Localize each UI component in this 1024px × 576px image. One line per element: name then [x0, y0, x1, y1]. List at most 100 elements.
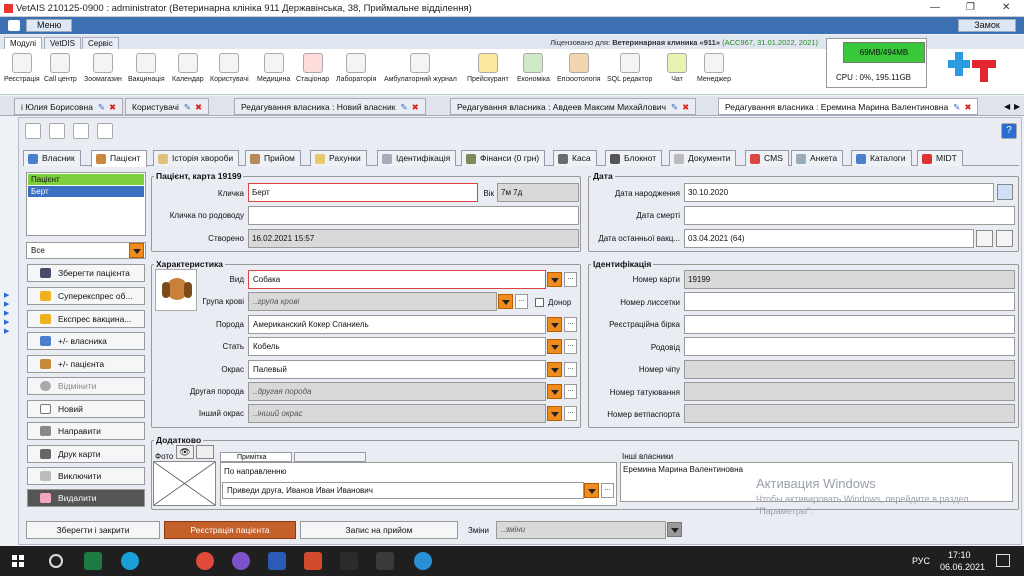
ribbon-button-journal[interactable]: Амбулаторний журнал [384, 53, 457, 83]
list-item[interactable]: Берт [28, 186, 144, 197]
close-window-icon[interactable]: ✕ [1002, 2, 1010, 13]
vetais-active-icon[interactable] [376, 552, 394, 570]
tab-history[interactable]: Історія хвороби [153, 150, 240, 166]
minimize-icon[interactable]: — [930, 2, 940, 13]
tab-invoices[interactable]: Рахунки [310, 150, 367, 166]
sex-select[interactable]: Кобель [248, 337, 546, 356]
edit-icon[interactable] [976, 230, 993, 247]
other-breed-more-button[interactable]: ... [564, 384, 577, 399]
nickname-field[interactable]: Берт [248, 183, 478, 202]
ribbon-button-manager[interactable]: Менеджер [697, 53, 731, 83]
other-breed-dropdown-icon[interactable] [547, 384, 562, 399]
close-icon[interactable]: ✖ [682, 102, 689, 112]
ribbon-button-calendar[interactable]: Календар [172, 53, 204, 83]
pin-icon[interactable]: ✎ [671, 102, 678, 112]
appointment-button[interactable]: Запис на прийом [300, 521, 458, 539]
ribbon-tab-service[interactable]: Сервіс [82, 37, 119, 49]
delete-button[interactable]: Видалити [27, 489, 145, 507]
superexpress-button[interactable]: Суперекспрес об... [27, 287, 145, 305]
ribbon-button-pricelist[interactable]: Прейскурант [467, 53, 509, 83]
ribbon-button-callcenter[interactable]: Call центр [44, 53, 77, 83]
bloodgroup-dropdown-icon[interactable] [498, 294, 513, 309]
view-photo-icon[interactable]: 👁 [176, 445, 194, 459]
ribbon-button-vaccination[interactable]: Вакцинація [128, 53, 165, 83]
restore-icon[interactable]: ❐ [966, 2, 975, 13]
color-dropdown-icon[interactable] [547, 362, 562, 377]
tab-cash[interactable]: Каса [553, 150, 597, 166]
lock-button[interactable]: Замок [958, 19, 1016, 32]
left-rail[interactable]: ▶ ▶ ▶ ▶ ▶ [4, 291, 10, 337]
changes-dropdown-icon[interactable] [667, 522, 682, 537]
express-vaccination-button[interactable]: Експрес вакцина... [27, 310, 145, 328]
ribbon-tab-modules[interactable]: Модулі [4, 37, 42, 49]
tab-notebook[interactable]: Блокнот [605, 150, 663, 166]
windows-start-icon[interactable] [12, 555, 24, 567]
print-icon[interactable] [996, 230, 1013, 247]
app-icon[interactable] [414, 552, 432, 570]
breed-select[interactable]: Американский Кокер Спаниель [248, 315, 546, 334]
expand-arrow-icon[interactable]: ▶ ▶ ▶ ▶ ▶ [4, 291, 10, 336]
clock-date[interactable]: 06.06.2021 [940, 562, 985, 572]
species-dropdown-icon[interactable] [547, 272, 562, 287]
pin-icon[interactable]: ✎ [953, 102, 960, 112]
pedigree-name-field[interactable] [248, 206, 579, 225]
patient-list[interactable]: Пацієнт Берт [26, 172, 146, 236]
tab-cms[interactable]: CMS [745, 150, 789, 166]
cancel-button[interactable]: Відмінити [27, 377, 145, 395]
save-close-button[interactable]: Зберегти і закрити [26, 521, 160, 539]
pin-icon[interactable]: ✎ [98, 102, 105, 112]
species-select[interactable]: Собака [248, 270, 546, 289]
bloodgroup-select[interactable]: ..група крові [248, 292, 497, 311]
tab-patient[interactable]: Пацієнт [91, 150, 147, 167]
close-icon[interactable]: ✖ [195, 102, 202, 112]
photo-placeholder[interactable] [153, 461, 216, 506]
tab-visit[interactable]: Прийом [245, 150, 301, 166]
ribbon-button-medicine[interactable]: Медицина [257, 53, 290, 83]
chrome-icon[interactable] [196, 552, 214, 570]
clock-time[interactable]: 17:10 [948, 550, 971, 560]
pedigree-field[interactable] [684, 337, 1015, 356]
sex-dropdown-icon[interactable] [547, 339, 562, 354]
ribbon-button-epizootology[interactable]: Епізоотологія [557, 53, 601, 83]
extra-tab-2[interactable] [294, 452, 366, 462]
death-date-field[interactable] [684, 206, 1015, 225]
ribbon-button-hospital[interactable]: Стаціонар [296, 53, 329, 83]
doc-tab-new-owner[interactable]: Редагування власника : Новий власник ✎ ✖ [234, 98, 426, 115]
print-card-button[interactable]: Друк карти [27, 445, 145, 463]
new-button[interactable]: Новий [27, 400, 145, 418]
doc-tab-eremina[interactable]: Редагування власника : Еремина Марина Ва… [718, 98, 979, 115]
notification-icon[interactable] [996, 554, 1010, 567]
pin-icon[interactable]: ✎ [400, 102, 407, 112]
ribbon-button-zooshop[interactable]: Зоомагазин [84, 53, 122, 83]
color-select[interactable]: Палевый [248, 360, 546, 379]
ribbon-button-chat[interactable]: Чат [667, 53, 687, 83]
scroll-tabs-right-icon[interactable]: ▶ [1014, 102, 1020, 111]
direction-select[interactable]: Приведи друга, Иванов Иван Иванович [222, 482, 584, 499]
help-icon[interactable]: ? [1001, 123, 1017, 139]
note-tab[interactable]: Примітка [220, 452, 292, 462]
doc-tab-users[interactable]: Користувачі ✎ ✖ [125, 98, 210, 115]
tab-midt[interactable]: MIDT [917, 150, 963, 166]
direction-dropdown-icon[interactable] [584, 483, 599, 498]
tab-finance[interactable]: Фінанси (0 грн) [461, 150, 546, 166]
load-photo-icon[interactable] [196, 445, 214, 459]
ear-tag-field[interactable] [684, 315, 1015, 334]
list-item[interactable]: Еремина Марина Валентиновна [621, 463, 1012, 476]
edge-icon[interactable] [121, 552, 139, 570]
add-remove-patient-button[interactable]: +/- пацієнта [27, 355, 145, 373]
tab-documents[interactable]: Документи [669, 150, 737, 166]
breed-dropdown-icon[interactable] [547, 317, 562, 332]
menu-button[interactable]: Меню [26, 19, 72, 32]
refresh-icon[interactable] [49, 123, 65, 139]
ribbon-button-registration[interactable]: Реєстрація [4, 53, 40, 83]
close-icon[interactable]: ✖ [109, 102, 116, 112]
register-patient-button[interactable]: Реєстрація пацієнта [164, 521, 296, 539]
other-color-dropdown-icon[interactable] [547, 406, 562, 421]
changes-select[interactable]: ..зміни [496, 521, 666, 539]
close-icon[interactable]: ✖ [964, 102, 971, 112]
excel-icon[interactable] [84, 552, 102, 570]
breed-more-button[interactable]: ... [564, 317, 577, 332]
save-patient-button[interactable]: Зберегти пацієнта [27, 264, 145, 282]
mail-icon[interactable] [97, 123, 113, 139]
doc-tab-avdeev[interactable]: Редагування власника : Авдеев Максим Мих… [450, 98, 697, 115]
